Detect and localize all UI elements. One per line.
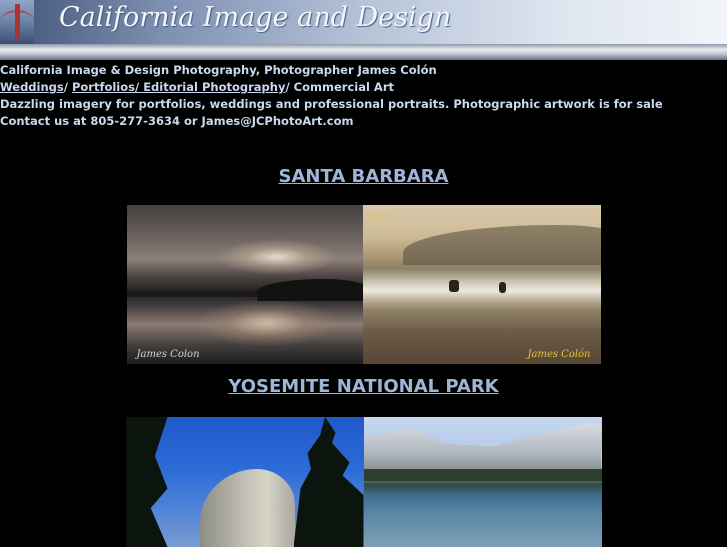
photo-signature: James Colon [136,349,200,360]
mountain-lake-photo[interactable] [363,417,602,547]
pine-tree-silhouette [293,417,364,547]
section-heading-santa-barbara[interactable]: SANTA BARBARA [0,164,727,190]
distant-hills [402,225,601,265]
bridge-tower [15,4,20,40]
header-banner: California Image and Design [0,0,727,44]
treeline [363,469,602,481]
snowy-mountains [363,423,602,475]
intro-line-description: Dazzling imagery for portfolios, wedding… [0,97,663,111]
intro-line-tagline: California Image & Design Photography, P… [0,63,437,77]
jc-watermark: JC [372,209,386,222]
intro-line-contact: Contact us at 805-277-3634 or James@JCPh… [0,114,354,128]
link-separator: / [63,80,72,94]
horse-rider [448,280,459,292]
pine-tree-silhouette [125,417,168,547]
golden-gate-bridge-photo [0,0,34,44]
half-dome-photo[interactable] [125,417,364,547]
photo-signature: James Colón [527,349,591,360]
site-title: California Image and Design [59,2,452,33]
yosemite-gallery [0,417,727,547]
horse-rider [498,282,506,293]
portfolios-link[interactable]: Portfolios/ Editorial Photography [72,80,285,94]
commercial-art-text: Commercial Art [293,80,394,94]
headland-silhouette [256,279,363,301]
link-separator: / [285,80,294,94]
intro-text: California Image & Design Photography, P… [0,60,727,130]
header-divider [0,44,727,60]
section-heading-yosemite[interactable]: YOSEMITE NATIONAL PARK [0,374,727,400]
beach-horses-photo[interactable]: JC James Colón [362,205,601,364]
intro-line-services: Weddings/ Portfolios/ Editorial Photogra… [0,79,727,96]
weddings-link[interactable]: Weddings [0,80,64,94]
half-dome-rock [199,469,295,547]
sunset-lagoon-photo[interactable]: James Colon [126,205,363,364]
santa-barbara-gallery: James Colon JC James Colón [0,205,727,364]
